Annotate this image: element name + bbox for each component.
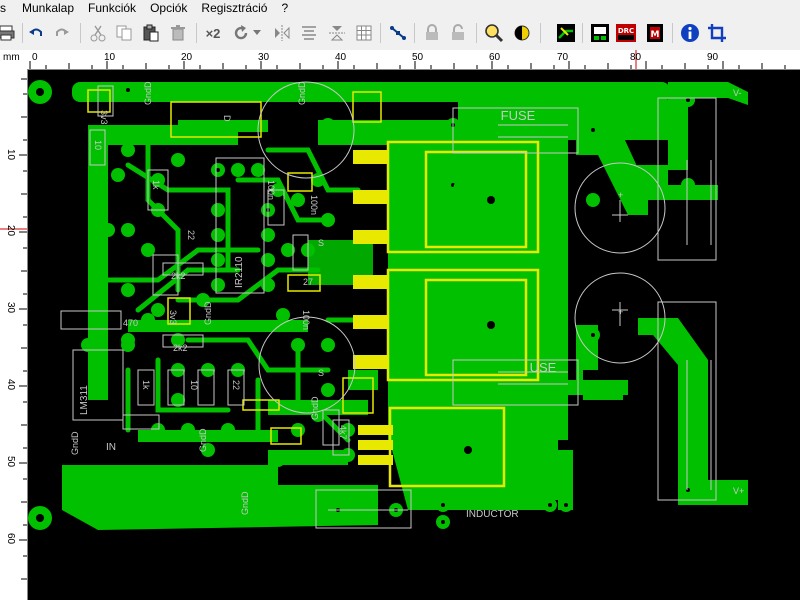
delete-icon[interactable] [166,21,190,45]
mirror-horizontal-icon[interactable] [270,21,294,45]
redo-icon[interactable] [50,21,74,45]
r-1k-label-2: 1k [141,380,151,390]
menu-item-help[interactable]: ? [275,0,296,17]
ruler-v-tick: 30 [5,302,16,314]
undo-icon[interactable] [24,21,48,45]
menu-item-regisztracio[interactable]: Regisztráció [195,0,275,17]
paste-icon[interactable] [139,21,163,45]
toolbar: ×2 DRC M [0,17,800,51]
horizontal-ruler: mm 0 10 20 30 40 50 60 70 80 90 [0,50,800,70]
gnd-label: GndD [203,301,213,325]
r-2k2-label: 2k2 [171,271,186,281]
r-10-label-2: 10 [189,380,199,390]
d-label: D [222,115,232,122]
gnd-label: GndD [240,491,250,515]
ruler-v-tick: 20 [5,225,16,237]
v-minus-label: V- [733,88,742,98]
menu-item-s[interactable]: s [0,0,16,17]
r-3v3-label: 3v3 [99,110,109,125]
ruler-h-tick: 50 [412,52,424,63]
r-2k2-label-2: 2k2 [173,343,188,353]
connection-icon[interactable] [386,21,410,45]
r-100n-label: 100n [266,180,276,200]
r-4k7-label: 4k7 [338,425,348,440]
r-22-label-2: 22 [231,380,241,390]
fuse-label-top: FUSE [501,108,536,123]
lm311-label: LM311 [79,385,90,415]
r-100n-label-3: 100n [301,310,311,330]
print-icon[interactable] [0,21,18,45]
layer-contrast-icon[interactable] [510,21,534,45]
ruler-v-tick: 50 [5,456,16,468]
crop-icon[interactable] [705,21,729,45]
duplicate-button[interactable]: ×2 [201,21,225,45]
r-100n-label-2: 100n [309,195,319,215]
info-icon[interactable] [678,21,702,45]
fuse-label-bottom: USE [530,360,557,375]
ruler-h-tick: 30 [258,52,270,63]
pcb-canvas[interactable]: FUSE USE INDUCTOR IN V- V+ S S 470 2k2 2… [28,70,800,600]
ruler-v-tick: 40 [5,379,16,391]
in-label: IN [106,442,116,453]
macro-icon[interactable]: M [643,21,667,45]
ruler-v-tick: 60 [5,533,16,545]
r-3v3-label-2: 3v3 [168,310,178,325]
autoroute-icon[interactable] [554,21,578,45]
r-27-label: 27 [303,277,313,287]
component-icon[interactable] [588,21,612,45]
ruler-h-tick: 90 [707,52,719,63]
drc-icon[interactable]: DRC [614,21,638,45]
zoom-icon[interactable] [482,21,506,45]
gnd-label: GndD [143,81,153,105]
gnd-label: GndD [70,431,80,455]
ruler-v-tick: 10 [5,149,16,161]
cut-icon[interactable] [86,21,110,45]
cap-plus-bottom: + [618,307,623,317]
menu-item-opciok[interactable]: Opciók [144,0,195,17]
v-plus-label: V+ [733,486,744,496]
ruler-h-tick: 0 [32,52,38,63]
svg-text:DRC: DRC [618,27,634,35]
inductor-label: INDUCTOR [466,509,519,520]
r-1k-label: 1k [151,180,161,190]
gnd-label: GndD [297,81,307,105]
mirror-vertical-icon[interactable] [325,21,349,45]
grid-icon[interactable] [352,21,376,45]
s-label-2: S [318,368,324,378]
cap-plus-top: + [618,190,623,200]
align-icon[interactable] [297,21,321,45]
gnd-label: GndD [310,396,320,420]
s-label: S [318,238,324,248]
lock-icon[interactable] [420,21,444,45]
vertical-ruler: 10 20 30 40 50 60 [0,69,28,600]
menu-item-munkalap[interactable]: Munkalap [16,0,82,17]
r-22-label: 22 [186,230,196,240]
copy-icon[interactable] [112,21,136,45]
r-10-label: 10 [93,140,103,150]
chevron-down-icon[interactable] [250,21,264,45]
ir2110-label: IR2110 [234,256,245,288]
copper-layer [62,82,748,530]
ruler-h-tick: 10 [104,52,116,63]
svg-text:M: M [651,30,660,40]
ruler-h-tick: 40 [335,52,347,63]
r-470-label: 470 [123,318,138,328]
ruler-h-tick: 60 [489,52,501,63]
ruler-h-tick: 20 [181,52,193,63]
menu-item-funkciok[interactable]: Funkciók [82,0,144,17]
gnd-label: GndD [198,428,208,452]
ruler-h-tick: 70 [557,52,569,63]
menu-bar: s Munkalap Funkciók Opciók Regisztráció … [0,0,800,17]
ruler-h-tick: 80 [630,52,642,63]
unlock-icon[interactable] [446,21,470,45]
